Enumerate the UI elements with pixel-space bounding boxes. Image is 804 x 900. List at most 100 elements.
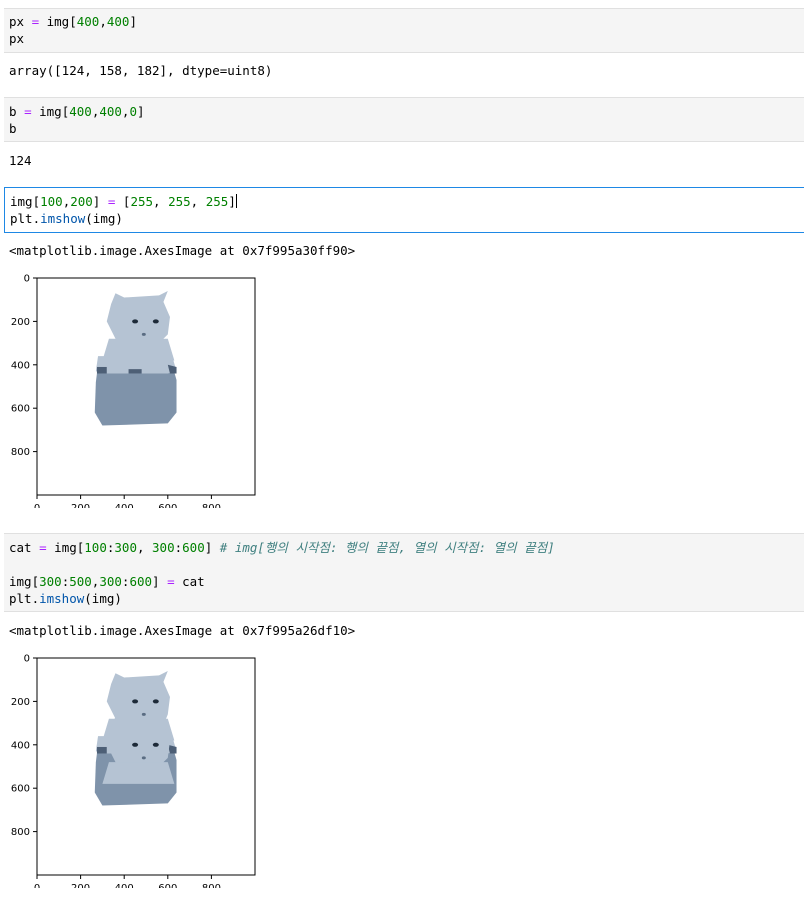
x-tick-label: 600 <box>158 883 177 888</box>
cat-nose <box>141 332 146 336</box>
cat-nose <box>141 712 146 716</box>
code-token: b <box>9 121 17 136</box>
code-token: 600 <box>182 540 205 555</box>
cat-chest <box>102 338 175 361</box>
y-tick-label: 0 <box>24 274 30 285</box>
cat-eye <box>152 319 159 324</box>
code-token: ] <box>136 104 145 119</box>
cat-paw-shadow <box>96 746 107 754</box>
code-token: 600 <box>129 574 153 589</box>
plot-svg: 0 200 400 600 800 0 200 400 600 800 <box>11 654 256 888</box>
cat-eye <box>132 742 139 747</box>
code-line: cat = img[100:300, 300:600] # img[행의 시작점… <box>9 539 555 556</box>
code-token: 0 <box>129 104 137 119</box>
code-cell-3[interactable]: img[100,200] = [255, 255, 255] plt.imsho… <box>4 187 804 233</box>
imshow-plot-1: 0 200 400 600 800 0 200 400 600 800 <box>0 268 300 508</box>
code-line: img[300:500,300:600] = cat <box>9 573 205 590</box>
cat-eye <box>152 699 159 704</box>
code-line: px <box>9 30 24 47</box>
x-tick-label: 400 <box>115 503 134 508</box>
code-token: 255 <box>130 194 154 209</box>
code-token: (img) <box>84 591 122 606</box>
code-token: img[ <box>31 104 70 119</box>
y-tick-label: 200 <box>11 317 30 328</box>
cat-eye <box>132 319 139 324</box>
code-token: 300 <box>99 574 122 589</box>
code-token: (img) <box>85 211 123 226</box>
code-token: img[ <box>39 14 77 29</box>
cat-copy <box>102 714 175 784</box>
code-token: 100 <box>84 540 107 555</box>
y-tick-label: 600 <box>11 404 30 415</box>
code-token: 300 <box>114 540 137 555</box>
x-tick-label: 400 <box>115 883 134 888</box>
imshow-plot-2: 0 200 400 600 800 0 200 400 600 800 <box>0 648 300 888</box>
code-token: 100 <box>40 194 63 209</box>
code-token: img[ <box>10 194 41 209</box>
code-token: cat <box>174 574 205 589</box>
code-token: 200 <box>70 194 93 209</box>
cell-output-2: 124 <box>9 153 32 168</box>
x-tick-label: 0 <box>34 883 40 888</box>
code-token: imshow <box>40 211 86 226</box>
cat-paw-shadow <box>128 369 142 374</box>
cell-output-4: <matplotlib.image.AxesImage at 0x7f995a2… <box>9 623 356 638</box>
y-tick-label: 800 <box>11 827 30 838</box>
text-cursor <box>235 194 237 208</box>
x-tick-label: 800 <box>202 503 221 508</box>
code-token: = <box>39 540 47 555</box>
code-token: 300 <box>39 574 62 589</box>
code-token: = <box>31 14 40 29</box>
y-tick-label: 0 <box>24 654 30 665</box>
code-token: px <box>9 31 25 46</box>
code-token: ] <box>228 194 236 209</box>
x-tick-label: 200 <box>71 503 90 508</box>
y-tick-label: 400 <box>11 740 30 751</box>
cat-paw-shadow <box>96 366 107 374</box>
code-cell-1[interactable]: px = img[400,400] px <box>4 8 804 53</box>
code-token: ] <box>92 194 108 209</box>
cat-chest <box>102 762 175 784</box>
cat-image <box>94 671 177 806</box>
code-token: img[ <box>9 574 40 589</box>
code-token: , <box>190 194 206 209</box>
code-token: , <box>153 194 169 209</box>
code-token: cat <box>9 540 40 555</box>
code-line: img[100,200] = [255, 255, 255] <box>10 193 237 210</box>
code-token: ] <box>129 14 137 29</box>
code-line: b <box>9 120 17 137</box>
x-tick-label: 0 <box>34 503 40 508</box>
cat-eye <box>152 742 159 747</box>
code-cell-4[interactable]: cat = img[100:300, 300:600] # img[행의 시작점… <box>4 533 804 612</box>
code-token: = <box>24 104 32 119</box>
code-token: imshow <box>39 591 85 606</box>
code-token: 300 <box>152 540 175 555</box>
code-token: 500 <box>69 574 92 589</box>
code-token: 255 <box>168 194 191 209</box>
x-tick-label: 200 <box>71 883 90 888</box>
code-token: plt. <box>10 211 41 226</box>
code-cell-2[interactable]: b = img[400,400,0] b <box>4 97 804 142</box>
code-token: 255 <box>205 194 229 209</box>
cat-body <box>94 364 177 426</box>
code-token: plt. <box>9 591 40 606</box>
code-token: # img[행의 시작점: 행의 끝점, 열의 시작점: 열의 끝점] <box>219 540 555 555</box>
code-line: px = img[400,400] <box>9 13 137 30</box>
y-tick-label: 800 <box>11 447 30 458</box>
cell-output-3: <matplotlib.image.AxesImage at 0x7f995a3… <box>9 243 356 258</box>
y-tick-label: 600 <box>11 784 30 795</box>
code-token: , <box>99 14 107 29</box>
cat-image <box>94 291 177 426</box>
cat-eye <box>132 699 139 704</box>
code-token: 400 <box>69 104 92 119</box>
x-tick-label: 600 <box>158 503 177 508</box>
code-token: = <box>167 574 175 589</box>
code-line: b = img[400,400,0] <box>9 103 145 120</box>
y-tick-label: 200 <box>11 697 30 708</box>
code-token: , <box>136 540 153 555</box>
plot-svg: 0 200 400 600 800 0 200 400 600 800 <box>11 274 256 508</box>
code-token: px <box>9 14 32 29</box>
code-line: plt.imshow(img) <box>9 590 122 607</box>
code-line: plt.imshow(img) <box>10 210 123 227</box>
code-token: 400 <box>76 14 100 29</box>
